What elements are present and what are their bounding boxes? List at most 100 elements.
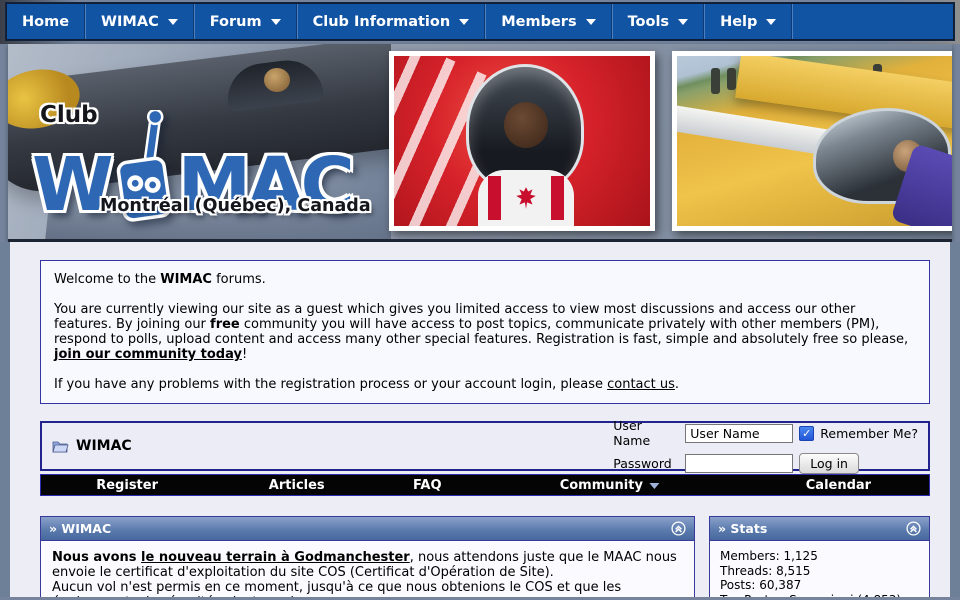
stats-threads-value: 8,515: [776, 564, 810, 578]
flag-red-bar: [488, 176, 501, 220]
stats-members-row: Members: 1,125: [720, 549, 919, 564]
welcome-line: Welcome to the WIMAC forums.: [54, 272, 916, 287]
remember-me-checkbox[interactable]: ✓: [799, 426, 814, 441]
nav-label: Tools: [628, 14, 670, 30]
contact-us-link[interactable]: contact us: [607, 377, 675, 392]
nav-item-club-information[interactable]: Club Information: [297, 4, 486, 39]
nav-label: Club Information: [313, 14, 451, 30]
welcome-text: !: [242, 347, 247, 362]
page: Home WIMAC Forum Club Information Member…: [0, 0, 960, 600]
free-word: free: [210, 317, 240, 332]
main-content: Welcome to the WIMAC forums. You are cur…: [0, 242, 960, 597]
maple-leaf-icon: [513, 185, 539, 211]
username-input[interactable]: [685, 424, 793, 443]
guest-info-paragraph: You are currently viewing our site as a …: [54, 302, 916, 362]
nav-filler: [792, 4, 953, 39]
chevron-down-icon: [271, 19, 281, 25]
welcome-text: If you have any problems with the regist…: [54, 377, 607, 392]
forum-title-text: WIMAC: [76, 438, 132, 454]
welcome-notice: Welcome to the WIMAC forums. You are cur…: [40, 260, 930, 404]
join-community-link[interactable]: join our community today: [54, 347, 242, 362]
welcome-text: .: [675, 377, 679, 392]
stats-members-value: 1,125: [783, 549, 817, 563]
chevron-down-icon: [649, 483, 659, 489]
nav-label: Forum: [210, 14, 262, 30]
banner-photo-yellow-biplane: [672, 51, 952, 231]
nav-item-members[interactable]: Members: [485, 4, 611, 39]
chevron-down-icon: [678, 19, 688, 25]
forum-menubar: Register Articles FAQ Community Calendar: [40, 474, 930, 496]
contact-paragraph: If you have any problems with the regist…: [54, 377, 916, 392]
stats-label: Members:: [720, 549, 783, 563]
menubar-register-link[interactable]: Register: [96, 475, 158, 497]
collapse-icon[interactable]: [906, 521, 921, 536]
announcement-intro: Nous avons: [52, 550, 141, 565]
stats-label: Threads:: [720, 564, 776, 578]
stats-label: Posts:: [720, 578, 759, 592]
red-plane-pilot-figure: [504, 102, 548, 148]
warbird-photo-pilot: [264, 68, 290, 92]
nav-label: Home: [22, 14, 69, 30]
nav-label: WIMAC: [101, 14, 159, 30]
banner-photo-red-plane: [389, 51, 655, 231]
nav-label: Members: [501, 14, 576, 30]
password-input[interactable]: [685, 454, 793, 473]
panel-stats-body: Members: 1,125 Threads: 8,515 Posts: 60,…: [710, 541, 929, 597]
canada-flag: [478, 170, 574, 226]
forum-header-box: WIMAC User Name ✓ Remember Me? Password …: [40, 421, 930, 471]
chevron-down-icon: [459, 19, 469, 25]
username-row: User Name ✓ Remember Me?: [613, 418, 918, 448]
club-logo-banner[interactable]: Club W MAC Montréal (Québec), Can: [8, 44, 391, 239]
nav-label: Help: [720, 14, 757, 30]
menubar-community-menu[interactable]: Community: [560, 475, 659, 497]
forum-title: WIMAC: [52, 438, 132, 454]
top-poster-count: (4,853): [854, 593, 902, 598]
username-label: User Name: [613, 418, 679, 448]
panel-stats: » Stats Members: 1,125 Threads: 8,515 Po…: [709, 516, 930, 597]
header-banner: Club W MAC Montréal (Québec), Can: [8, 44, 952, 242]
nav-item-help[interactable]: Help: [704, 4, 792, 39]
spectator-figure: [727, 68, 736, 90]
logo-tagline: Montréal (Québec), Canada: [100, 196, 371, 216]
password-row: Password Log in: [613, 453, 918, 474]
stats-posts-value: 60,387: [759, 578, 801, 592]
login-button[interactable]: Log in: [799, 453, 859, 474]
stats-posts-row: Posts: 60,387: [720, 578, 919, 593]
nav-item-wimac[interactable]: WIMAC: [85, 4, 194, 39]
stats-threads-row: Threads: 8,515: [720, 564, 919, 579]
stats-label: Top Poster:: [720, 593, 789, 598]
folder-icon: [52, 439, 69, 454]
welcome-text: forums.: [212, 272, 266, 287]
menubar-articles-link[interactable]: Articles: [269, 475, 325, 497]
stats-top-poster-row: Top Poster: Sempai-mj (4,853): [720, 593, 919, 598]
chevron-down-icon: [168, 19, 178, 25]
panels-row: » WIMAC Nous avons le nouveau terrain à …: [40, 516, 930, 597]
chevron-down-icon: [586, 19, 596, 25]
panel-stats-header: » Stats: [710, 517, 929, 541]
godmanchester-link[interactable]: le nouveau terrain à Godmanchester: [141, 550, 410, 565]
login-form: User Name ✓ Remember Me? Password Log in: [613, 418, 918, 474]
panel-wimac-header: » WIMAC: [41, 517, 694, 541]
nav-item-forum[interactable]: Forum: [194, 4, 297, 39]
announcement-text: Aucun vol n'est permis en ce moment, jus…: [52, 580, 621, 597]
top-navigation-bar: Home WIMAC Forum Club Information Member…: [0, 0, 960, 44]
menubar-calendar-link[interactable]: Calendar: [806, 475, 871, 497]
nav-item-home[interactable]: Home: [7, 4, 85, 39]
chevron-down-icon: [766, 19, 776, 25]
welcome-text: Welcome to the: [54, 272, 160, 287]
menubar-faq-link[interactable]: FAQ: [413, 475, 442, 497]
community-label: Community: [560, 475, 643, 497]
panel-wimac-title: » WIMAC: [49, 521, 111, 536]
collapse-icon[interactable]: [671, 521, 686, 536]
spectator-figure: [711, 68, 720, 94]
brand-name: WIMAC: [160, 272, 212, 287]
flag-red-bar: [551, 176, 564, 220]
logo-letter-w: W: [32, 148, 110, 222]
nav-item-tools[interactable]: Tools: [612, 4, 705, 39]
password-label: Password: [613, 456, 679, 471]
panel-stats-title: » Stats: [718, 521, 767, 536]
top-poster-link[interactable]: Sempai-mj: [789, 593, 853, 598]
panel-wimac-body: Nous avons le nouveau terrain à Godmanch…: [41, 541, 694, 597]
remember-me-label: Remember Me?: [820, 426, 918, 441]
nav-row: Home WIMAC Forum Club Information Member…: [6, 3, 954, 40]
